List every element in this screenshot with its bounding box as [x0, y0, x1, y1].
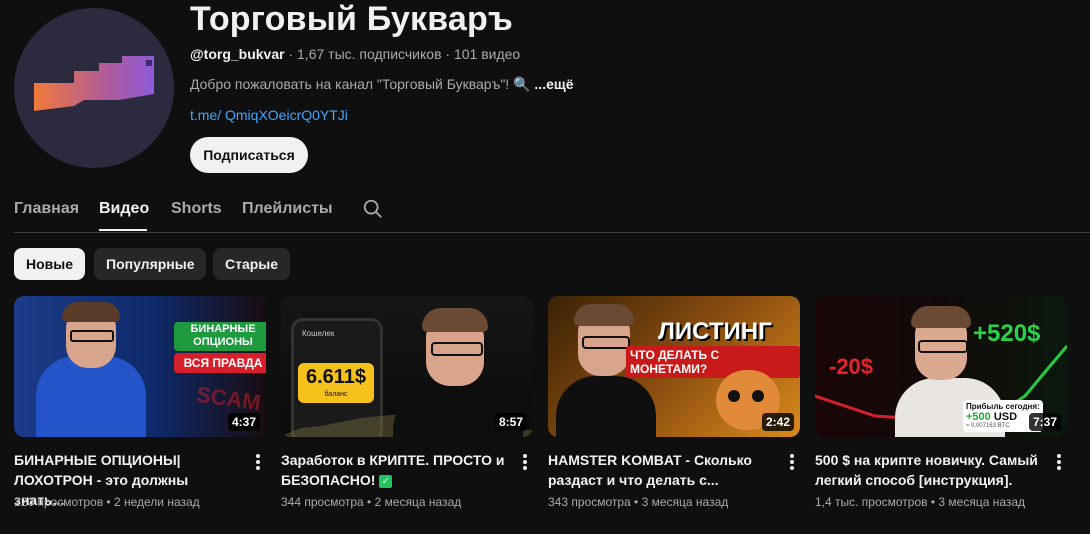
video-card[interactable]: -20$ +520$ Прибыль сегодня: +500 USD ≈ 0… [815, 296, 1067, 509]
thumb-text: ЧТО ДЕЛАТЬ С МОНЕТАМИ? [626, 346, 800, 378]
meta-separator: · [284, 46, 298, 62]
channel-meta: @torg_bukvar · 1,67 тыс. подписчиков · 1… [190, 46, 520, 62]
video-card[interactable]: ЛИСТИНГ ЧТО ДЕЛАТЬ С МОНЕТАМИ? 2:42 HAMS… [548, 296, 800, 509]
active-tab-indicator [99, 229, 147, 231]
video-views: 344 просмотра [281, 495, 364, 509]
thumb-text: -20$ [829, 354, 874, 379]
check-mark-icon: ✓ [379, 474, 393, 488]
video-count: 101 видео [453, 46, 521, 62]
video-meta: 343 просмотра • 3 месяца назад [548, 495, 728, 509]
channel-description[interactable]: Добро пожаловать на канал "Торговый Букв… [190, 76, 573, 93]
video-age: 2 месяца назад [374, 495, 462, 509]
meta-separator: • [630, 495, 642, 509]
chip-newest[interactable]: Новые [14, 248, 86, 280]
thumb-text: +500 [966, 411, 991, 423]
chip-oldest[interactable]: Старые [213, 248, 291, 280]
thumb-text: USD [993, 411, 1018, 423]
video-meta: 1,4 тыс. просмотров • 3 месяца назад [815, 495, 1025, 509]
more-options-icon[interactable] [1051, 452, 1067, 472]
thumb-text: SCAM [194, 381, 263, 416]
channel-link[interactable]: t.me/ QmiqXOeicrQ0YTJi [190, 107, 348, 123]
tab-shorts[interactable]: Shorts [171, 200, 222, 218]
thumb-text: Кошелек [302, 329, 335, 338]
thumb-text: 6.611$ [305, 366, 367, 388]
thumb-text: +520$ [973, 320, 1041, 347]
video-age: 3 месяца назад [938, 495, 1026, 509]
search-icon[interactable] [362, 198, 384, 220]
thumb-text: ВСЯ ПРАВДА [183, 356, 263, 370]
more-link[interactable]: ...ещё [534, 76, 573, 92]
more-options-icon[interactable] [250, 452, 266, 472]
video-card[interactable]: Кошелек 6.611$ баланс 8:57 Заработок в К… [281, 296, 533, 509]
channel-avatar[interactable] [14, 8, 174, 168]
subscriber-count: 1,67 тыс. подписчиков [297, 46, 442, 62]
video-age: 2 недели назад [113, 495, 200, 509]
tab-home[interactable]: Главная [14, 200, 79, 218]
video-thumbnail[interactable]: -20$ +520$ Прибыль сегодня: +500 USD ≈ 0… [815, 296, 1067, 437]
video-thumbnail[interactable]: БИНАРНЫЕ ОПЦИОНЫ ВСЯ ПРАВДА SCAM 4:37 [14, 296, 266, 437]
thumb-text: БИНАРНЫЕ [190, 323, 256, 335]
thumb-text: ЛИСТИНГ [658, 318, 772, 345]
subscribe-button[interactable]: Подписаться [190, 137, 308, 173]
video-duration: 2:42 [761, 413, 794, 431]
channel-handle: @torg_bukvar [190, 46, 285, 62]
video-title[interactable]: HAMSTER KOMBAT - Сколько раздаст и что д… [548, 450, 774, 490]
thumb-text: Прибыль сегодня: [966, 402, 1040, 411]
meta-separator: • [103, 495, 114, 509]
description-text: Добро пожаловать на канал "Торговый Букв… [190, 76, 535, 92]
more-options-icon[interactable] [784, 452, 800, 472]
video-duration: 4:37 [227, 413, 260, 431]
meta-separator: • [927, 495, 939, 509]
channel-tabs: Главная Видео Shorts Плейлисты [14, 188, 1090, 233]
more-options-icon[interactable] [517, 452, 533, 472]
video-thumbnail[interactable]: ЛИСТИНГ ЧТО ДЕЛАТЬ С МОНЕТАМИ? 2:42 [548, 296, 800, 437]
tab-videos[interactable]: Видео [99, 200, 149, 218]
channel-title: Торговый Букваръ [190, 0, 513, 38]
channel-logo [34, 56, 154, 111]
video-card[interactable]: БИНАРНЫЕ ОПЦИОНЫ ВСЯ ПРАВДА SCAM 4:37 БИ… [14, 296, 266, 509]
video-meta: 344 просмотра • 2 месяца назад [281, 495, 461, 509]
video-views: 1,4 тыс. просмотров [815, 495, 928, 509]
video-title[interactable]: Заработок в КРИПТЕ. ПРОСТО и БЕЗОПАСНО! … [281, 450, 507, 490]
video-age: 3 месяца назад [641, 495, 729, 509]
video-views: 343 просмотра [548, 495, 631, 509]
video-thumbnail[interactable]: Кошелек 6.611$ баланс 8:57 [281, 296, 533, 437]
video-title-text: Заработок в КРИПТЕ. ПРОСТО и БЕЗОПАСНО! [281, 452, 505, 488]
chip-popular[interactable]: Популярные [94, 248, 207, 280]
video-meta: 220 просмотров • 2 недели назад [14, 495, 200, 509]
video-title[interactable]: 500 $ на крипте новичку. Самый легкий сп… [815, 450, 1041, 490]
thumb-text: ОПЦИОНЫ [193, 336, 253, 348]
tab-playlists[interactable]: Плейлисты [242, 200, 333, 218]
video-duration: 7:37 [1028, 413, 1061, 431]
video-duration: 8:57 [494, 413, 527, 431]
meta-separator: • [363, 495, 375, 509]
video-views: 220 просмотров [14, 495, 104, 509]
meta-separator: · [441, 46, 454, 62]
